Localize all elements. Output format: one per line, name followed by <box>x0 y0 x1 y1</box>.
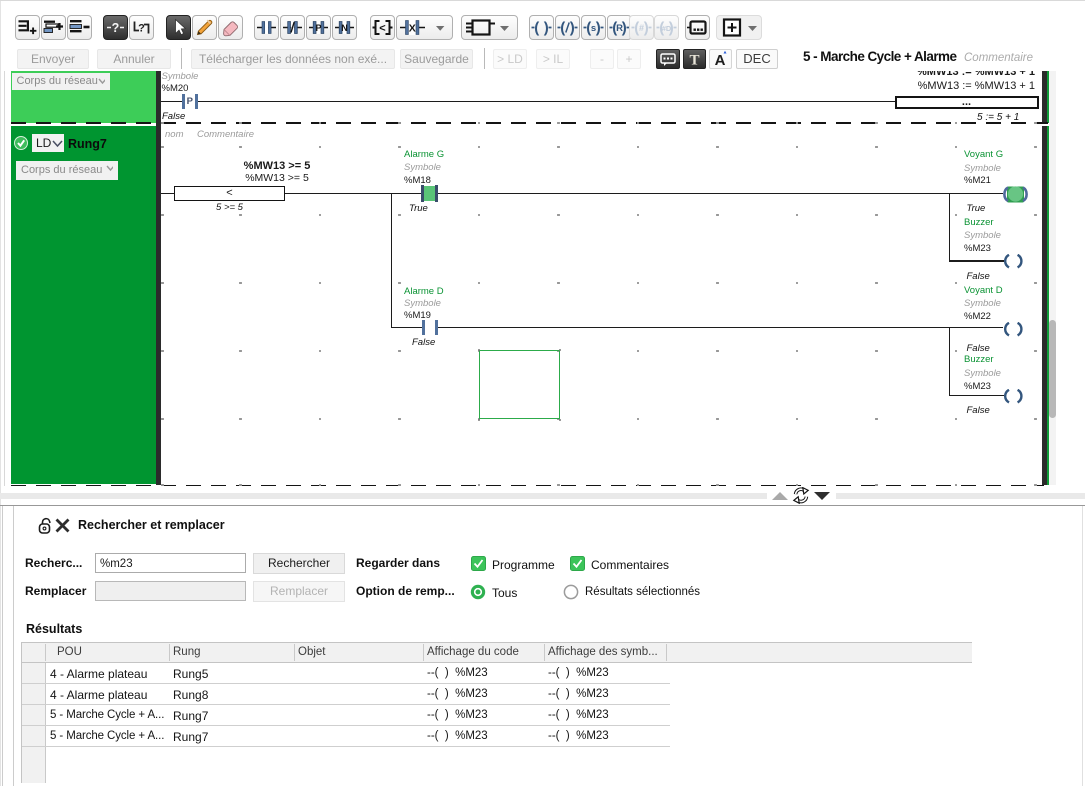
svg-text:s: s <box>591 23 596 34</box>
svg-text:?: ? <box>112 21 120 35</box>
svg-text:(: ( <box>560 20 565 37</box>
svg-text:X: X <box>409 23 416 35</box>
svg-text:): ) <box>570 20 575 37</box>
svg-text:): ) <box>544 20 549 37</box>
svg-text:P: P <box>315 23 321 33</box>
svg-text:<: < <box>379 23 385 35</box>
svg-text:): ) <box>644 20 649 37</box>
svg-text:#D: #D <box>662 24 672 33</box>
svg-text:N: N <box>341 23 348 33</box>
svg-text:): ) <box>596 20 601 37</box>
svg-text:#: # <box>639 23 644 33</box>
svg-text:R: R <box>616 23 623 34</box>
svg-text:(: ( <box>534 20 539 37</box>
svg-text:?: ? <box>138 23 145 35</box>
svg-text:T: T <box>689 53 699 69</box>
svg-text:A: A <box>715 52 726 68</box>
